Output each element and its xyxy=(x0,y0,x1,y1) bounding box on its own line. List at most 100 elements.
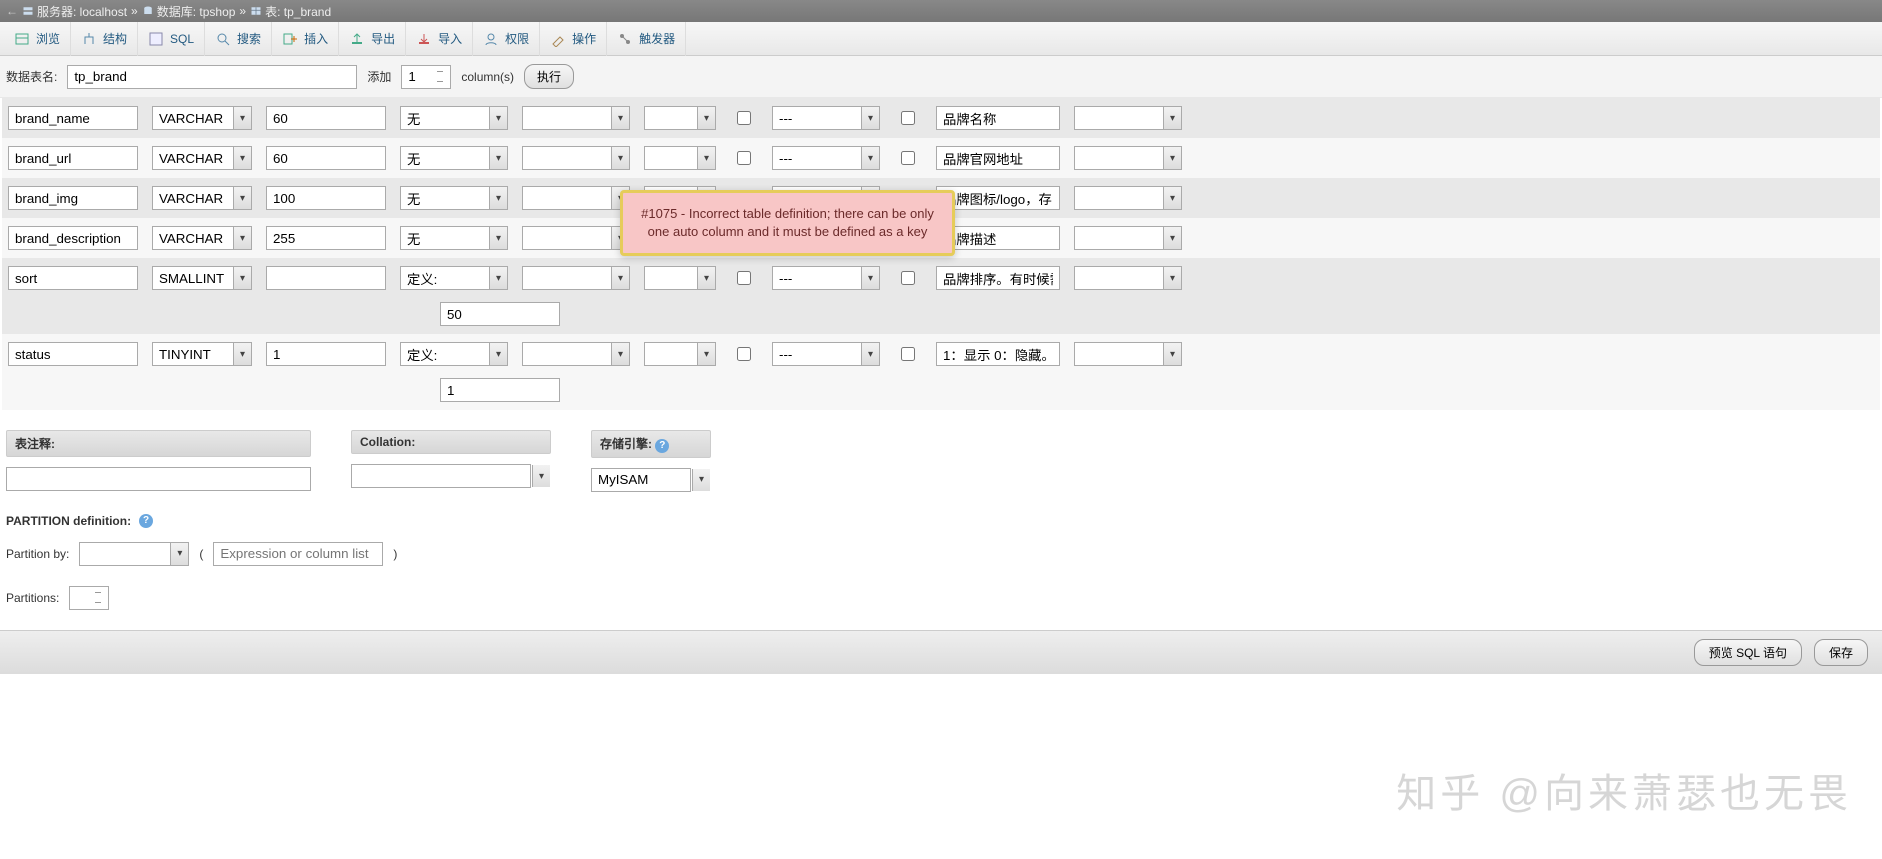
column-mime-select[interactable] xyxy=(1074,266,1182,290)
column-default-select[interactable] xyxy=(400,186,508,210)
help-icon[interactable]: ? xyxy=(139,514,153,528)
column-mime-select[interactable] xyxy=(1074,106,1182,130)
column-ai-checkbox[interactable] xyxy=(901,151,915,165)
column-type-select[interactable] xyxy=(152,106,252,130)
column-length-input[interactable] xyxy=(266,186,386,210)
column-collation-select[interactable] xyxy=(522,226,630,250)
column-comment-input[interactable] xyxy=(936,342,1060,366)
tab-operations[interactable]: 操作 xyxy=(540,22,607,56)
export-icon xyxy=(349,31,365,47)
column-row xyxy=(2,334,1880,374)
save-button[interactable]: 保存 xyxy=(1814,639,1868,666)
column-collation-select[interactable] xyxy=(522,186,630,210)
collation-header: Collation: xyxy=(351,430,551,454)
preview-sql-button[interactable]: 预览 SQL 语句 xyxy=(1694,639,1802,666)
column-collation-select[interactable] xyxy=(522,342,630,366)
tab-browse[interactable]: 浏览 xyxy=(4,22,71,56)
column-null-checkbox[interactable] xyxy=(737,151,751,165)
column-length-input[interactable] xyxy=(266,106,386,130)
engine-block: 存储引擎: ? xyxy=(591,430,711,492)
column-null-checkbox[interactable] xyxy=(737,271,751,285)
engine-select[interactable] xyxy=(591,468,711,492)
column-row xyxy=(2,138,1880,178)
column-type-select[interactable] xyxy=(152,226,252,250)
crumb-db-label: 数据库: tpshop xyxy=(157,3,236,20)
column-comment-input[interactable] xyxy=(936,146,1060,170)
column-attributes-select[interactable] xyxy=(644,342,716,366)
column-type-select[interactable] xyxy=(152,186,252,210)
column-name-input[interactable] xyxy=(8,342,138,366)
crumb-server[interactable]: 服务器: localhost xyxy=(22,3,127,20)
column-null-checkbox[interactable] xyxy=(737,347,751,361)
column-index-select[interactable] xyxy=(772,106,880,130)
table-name-input[interactable] xyxy=(67,65,357,89)
column-collation-select[interactable] xyxy=(522,106,630,130)
column-attributes-select[interactable] xyxy=(644,146,716,170)
column-mime-select[interactable] xyxy=(1074,342,1182,366)
triggers-icon xyxy=(617,31,633,47)
footer-bar: 预览 SQL 语句 保存 xyxy=(0,630,1882,674)
column-default-select[interactable] xyxy=(400,146,508,170)
crumb-table-label: 表: tp_brand xyxy=(265,3,331,20)
collation-select[interactable] xyxy=(351,464,551,488)
column-index-select[interactable] xyxy=(772,146,880,170)
tab-export[interactable]: 导出 xyxy=(339,22,406,56)
paren-close: ) xyxy=(393,547,397,561)
column-default-value-input[interactable] xyxy=(440,302,560,326)
tab-structure[interactable]: 结构 xyxy=(71,22,138,56)
column-default-select[interactable] xyxy=(400,266,508,290)
column-length-input[interactable] xyxy=(266,342,386,366)
column-length-input[interactable] xyxy=(266,266,386,290)
column-comment-input[interactable] xyxy=(936,106,1060,130)
column-name-input[interactable] xyxy=(8,226,138,250)
column-mime-select[interactable] xyxy=(1074,186,1182,210)
table-comment-input[interactable] xyxy=(6,467,311,491)
column-index-select[interactable] xyxy=(772,266,880,290)
column-name-input[interactable] xyxy=(8,146,138,170)
column-collation-select[interactable] xyxy=(522,266,630,290)
column-ai-checkbox[interactable] xyxy=(901,347,915,361)
tab-insert[interactable]: 插入 xyxy=(272,22,339,56)
column-ai-checkbox[interactable] xyxy=(901,271,915,285)
column-index-select[interactable] xyxy=(772,342,880,366)
column-mime-select[interactable] xyxy=(1074,226,1182,250)
partitions-count-label: Partitions: xyxy=(6,591,59,605)
help-icon[interactable]: ? xyxy=(655,439,669,453)
column-length-input[interactable] xyxy=(266,146,386,170)
tab-triggers[interactable]: 触发器 xyxy=(607,22,686,56)
column-comment-input[interactable] xyxy=(936,266,1060,290)
partition-expression-input[interactable] xyxy=(213,542,383,566)
column-length-input[interactable] xyxy=(266,226,386,250)
crumb-database[interactable]: 数据库: tpshop xyxy=(142,3,236,20)
column-type-select[interactable] xyxy=(152,266,252,290)
add-columns-label: 添加 xyxy=(367,68,391,85)
partition-by-select[interactable] xyxy=(79,542,189,566)
column-name-input[interactable] xyxy=(8,106,138,130)
tab-sql[interactable]: SQL xyxy=(138,22,205,56)
tab-privileges[interactable]: 权限 xyxy=(473,22,540,56)
column-name-input[interactable] xyxy=(8,186,138,210)
column-mime-select[interactable] xyxy=(1074,146,1182,170)
crumb-table[interactable]: 表: tp_brand xyxy=(250,3,331,20)
partitions-count-input[interactable] xyxy=(69,586,109,610)
table-name-label: 数据表名: xyxy=(6,68,57,85)
column-null-checkbox[interactable] xyxy=(737,111,751,125)
add-columns-count[interactable] xyxy=(401,65,451,89)
column-collation-select[interactable] xyxy=(522,146,630,170)
column-default-select[interactable] xyxy=(400,226,508,250)
column-attributes-select[interactable] xyxy=(644,106,716,130)
column-default-value-input[interactable] xyxy=(440,378,560,402)
tab-search[interactable]: 搜索 xyxy=(205,22,272,56)
go-button[interactable]: 执行 xyxy=(524,64,574,89)
tab-import[interactable]: 导入 xyxy=(406,22,473,56)
column-default-select[interactable] xyxy=(400,106,508,130)
column-name-input[interactable] xyxy=(8,266,138,290)
column-attributes-select[interactable] xyxy=(644,266,716,290)
back-arrow-icon[interactable]: ← xyxy=(6,4,18,18)
column-type-select[interactable] xyxy=(152,146,252,170)
column-type-select[interactable] xyxy=(152,342,252,366)
table-comment-header: 表注释: xyxy=(6,430,311,457)
column-default-select[interactable] xyxy=(400,342,508,366)
column-ai-checkbox[interactable] xyxy=(901,111,915,125)
server-icon xyxy=(22,5,34,17)
